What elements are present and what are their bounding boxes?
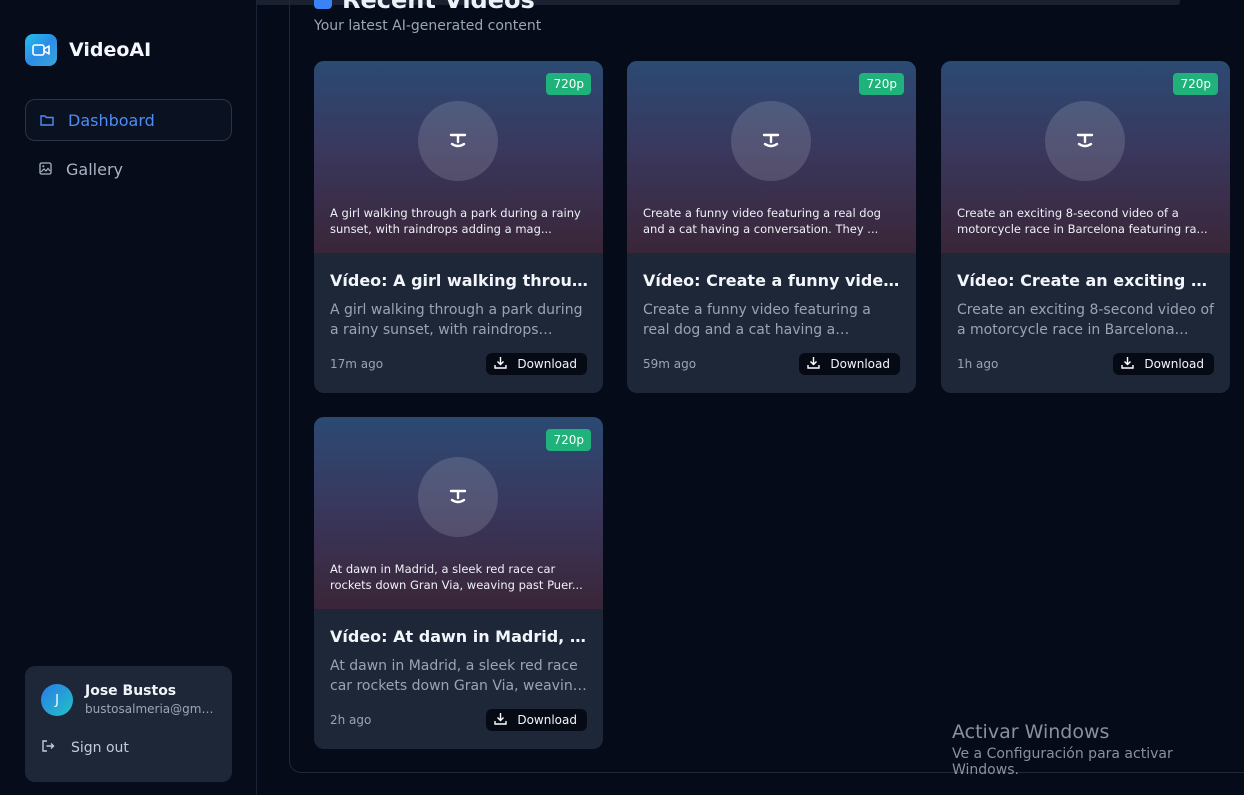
- video-timestamp: 1h ago: [957, 357, 999, 371]
- download-icon: [494, 712, 508, 728]
- video-title: Vídeo: At dawn in Madrid, a slee...: [330, 627, 590, 646]
- video-title: Vídeo: Create an exciting 8-...: [957, 271, 1217, 290]
- user-email: bustosalmeria@gmail...: [85, 702, 220, 716]
- thumbnail-prompt: Create an exciting 8-second video of a m…: [957, 206, 1208, 236]
- page-title-text: Recent Videos: [342, 0, 535, 14]
- video-camera-icon: [25, 34, 57, 66]
- download-label: Download: [517, 357, 577, 371]
- resolution-badge: 720p: [1173, 73, 1218, 95]
- video-thumbnail[interactable]: 720p Create an exciting 8-second video o…: [941, 61, 1230, 253]
- video-thumbnail[interactable]: 720p A girl walking through a park durin…: [314, 61, 603, 253]
- video-card[interactable]: 720p A girl walking through a park durin…: [314, 61, 603, 393]
- thumbnail-prompt: A girl walking through a park during a r…: [330, 206, 581, 236]
- download-label: Download: [517, 713, 577, 727]
- video-thumbnail[interactable]: 720p Create a funny video featuring a re…: [627, 61, 916, 253]
- download-icon: [807, 356, 821, 372]
- image-icon: [39, 160, 52, 179]
- user-card: J Jose Bustos bustosalmeria@gmail... Sig…: [25, 666, 232, 782]
- sidebar-item-label: Gallery: [66, 159, 123, 179]
- video-card[interactable]: 720p At dawn in Madrid, a sleek red race…: [314, 417, 603, 749]
- thumbnail-prompt: Create a funny video featuring a real do…: [643, 206, 881, 236]
- windows-activation-title: Activar Windows: [952, 721, 1110, 743]
- video-description: A girl walking through a park during a r…: [330, 302, 583, 338]
- sidebar-item-label: Dashboard: [68, 110, 155, 130]
- video-title: Vídeo: A girl walking through a...: [330, 271, 590, 290]
- download-button[interactable]: Download: [799, 353, 900, 375]
- sign-out-label: Sign out: [71, 740, 129, 756]
- video-timestamp: 2h ago: [330, 713, 372, 727]
- sign-out-icon: [41, 739, 55, 757]
- user-name: Jose Bustos: [85, 683, 177, 699]
- video-description: Create an exciting 8-second video of a m…: [957, 302, 1214, 338]
- resolution-badge: 720p: [859, 73, 904, 95]
- download-icon: [1121, 356, 1135, 372]
- video-title: Vídeo: Create a funny video...: [643, 271, 903, 290]
- play-icon[interactable]: [1045, 101, 1125, 181]
- play-icon[interactable]: [731, 101, 811, 181]
- download-button[interactable]: Download: [486, 353, 587, 375]
- brand-name: VideoAI: [69, 39, 152, 61]
- resolution-badge: 720p: [546, 429, 591, 451]
- brand[interactable]: VideoAI: [25, 34, 151, 66]
- video-timestamp: 17m ago: [330, 357, 384, 371]
- windows-activation-subtitle: Ve a Configuración para activar Windows.: [952, 746, 1173, 778]
- video-thumbnail[interactable]: 720p At dawn in Madrid, a sleek red race…: [314, 417, 603, 609]
- sign-out-button[interactable]: Sign out: [41, 739, 129, 757]
- download-label: Download: [830, 357, 890, 371]
- sidebar-item-dashboard[interactable]: Dashboard: [25, 99, 232, 141]
- video-icon: [314, 0, 332, 9]
- download-icon: [494, 356, 508, 372]
- video-card[interactable]: 720p Create an exciting 8-second video o…: [941, 61, 1230, 393]
- download-label: Download: [1144, 357, 1204, 371]
- sidebar-item-gallery[interactable]: Gallery: [25, 148, 232, 190]
- video-card[interactable]: 720p Create a funny video featuring a re…: [627, 61, 916, 393]
- play-icon[interactable]: [418, 101, 498, 181]
- video-description: Create a funny video featuring a real do…: [643, 302, 871, 338]
- download-button[interactable]: Download: [486, 709, 587, 731]
- resolution-badge: 720p: [546, 73, 591, 95]
- folder-icon: [40, 111, 54, 130]
- page-title: Recent Videos: [314, 0, 535, 14]
- download-button[interactable]: Download: [1113, 353, 1214, 375]
- page-subtitle: Your latest AI-generated content: [314, 18, 542, 34]
- play-icon[interactable]: [418, 457, 498, 537]
- sidebar: VideoAI Dashboard Gallery J Jose Bustos …: [0, 0, 257, 795]
- thumbnail-prompt: At dawn in Madrid, a sleek red race car …: [330, 562, 583, 592]
- avatar[interactable]: J: [41, 684, 73, 716]
- video-description: At dawn in Madrid, a sleek red race car …: [330, 658, 582, 694]
- video-timestamp: 59m ago: [643, 357, 697, 371]
